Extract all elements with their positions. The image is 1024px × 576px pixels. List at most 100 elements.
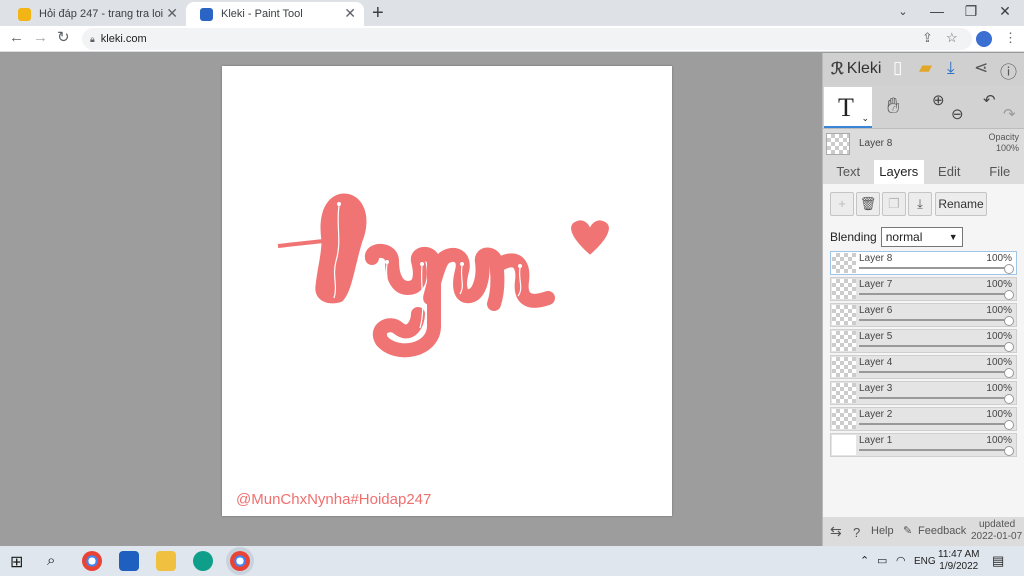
layer-thumbnail bbox=[832, 383, 856, 403]
layer-opacity: 100% bbox=[986, 279, 1012, 290]
duplicate-layer-icon[interactable]: ❐ bbox=[882, 192, 906, 216]
redo-icon[interactable]: ↷ bbox=[1003, 105, 1016, 123]
opacity-slider-track[interactable] bbox=[859, 371, 1010, 373]
opacity-slider-track[interactable] bbox=[859, 319, 1010, 321]
updated-label: updated bbox=[979, 519, 1016, 530]
opacity-slider-handle[interactable] bbox=[1004, 290, 1014, 300]
menu-icon[interactable]: ⋮ bbox=[1004, 30, 1017, 46]
tab-hoidap[interactable]: Hỏi đáp 247 - trang tra loi ✕ bbox=[4, 2, 186, 26]
hand-tool-icon[interactable]: ✋︎ bbox=[887, 93, 900, 119]
address-bar[interactable]: 🔒︎ kleki.com bbox=[82, 28, 972, 50]
text-tool-button[interactable]: T ⌄ bbox=[824, 87, 872, 128]
close-tab-icon[interactable]: ✕ bbox=[166, 6, 178, 20]
opacity-slider-track[interactable] bbox=[859, 267, 1010, 269]
chrome-active-icon[interactable] bbox=[230, 551, 250, 571]
layer-item[interactable]: Layer 2 100% bbox=[830, 407, 1017, 431]
edge-icon[interactable] bbox=[193, 551, 213, 571]
tab-kleki[interactable]: Kleki - Paint Tool ✕ bbox=[186, 2, 364, 26]
layer-item[interactable]: Layer 8 100% bbox=[830, 251, 1017, 275]
drawing-workspace[interactable]: @MunChxNynha#Hoidap247 bbox=[0, 53, 822, 546]
blending-select[interactable]: normal ▼ bbox=[880, 227, 963, 247]
layer-item[interactable]: Layer 3 100% bbox=[830, 381, 1017, 405]
clock-time: 11:47 AM bbox=[938, 549, 980, 560]
blending-row: Blending normal ▼ bbox=[830, 227, 963, 247]
notifications-icon[interactable]: ▤ bbox=[992, 553, 1004, 569]
opacity-slider-handle[interactable] bbox=[1004, 342, 1014, 352]
chevron-up-icon[interactable]: ⌃ bbox=[860, 554, 869, 567]
add-layer-icon[interactable]: + bbox=[830, 192, 854, 216]
close-tab-icon[interactable]: ✕ bbox=[344, 6, 356, 20]
rename-button[interactable]: Rename bbox=[935, 192, 987, 216]
tab-layers[interactable]: Layers bbox=[873, 160, 924, 184]
start-windows-icon[interactable]: ⊞ bbox=[10, 552, 23, 572]
tab-title: Kleki - Paint Tool bbox=[221, 8, 303, 20]
tab-file[interactable]: File bbox=[975, 160, 1024, 184]
close-window-icon[interactable]: ✕ bbox=[990, 3, 1020, 20]
opacity-slider-track[interactable] bbox=[859, 293, 1010, 295]
layer-item[interactable]: Layer 6 100% bbox=[830, 303, 1017, 327]
new-tab-icon[interactable]: + bbox=[372, 2, 384, 24]
brand-bar: ℛ Kleki ▯ ▰ ⤓ ⋖ ⓘ bbox=[823, 53, 1024, 85]
layer-item[interactable]: Layer 5 100% bbox=[830, 329, 1017, 353]
layer-item[interactable]: Layer 4 100% bbox=[830, 355, 1017, 379]
help-icon[interactable]: ⓘ bbox=[1000, 58, 1017, 83]
bookmark-star-icon[interactable]: ☆ bbox=[946, 30, 958, 46]
opacity-slider-handle[interactable] bbox=[1004, 420, 1014, 430]
help-circle-icon[interactable]: ? bbox=[853, 525, 860, 540]
tab-edit[interactable]: Edit bbox=[924, 160, 975, 184]
drawing-canvas[interactable]: @MunChxNynha#Hoidap247 bbox=[222, 66, 672, 516]
panel-footer: ⇆ ? Help ✎ Feedback updated 2022-01-07 bbox=[823, 517, 1024, 546]
current-layer-name: Layer 8 bbox=[859, 138, 893, 149]
clock-date: 1/9/2022 bbox=[939, 561, 979, 572]
tab-text[interactable]: Text bbox=[823, 160, 874, 184]
layer-item[interactable]: Layer 1 100% bbox=[830, 433, 1017, 457]
opacity-slider-handle[interactable] bbox=[1004, 316, 1014, 326]
file-explorer-icon[interactable] bbox=[156, 551, 176, 571]
opacity-slider-track[interactable] bbox=[859, 449, 1010, 451]
zoom-in-icon[interactable]: ⊕ bbox=[932, 91, 945, 109]
layer-opacity: 100% bbox=[986, 435, 1012, 446]
feedback-icon[interactable]: ✎ bbox=[903, 524, 912, 537]
merge-down-icon[interactable]: ⤓ bbox=[908, 192, 932, 216]
clock[interactable]: 11:47 AM 1/9/2022 bbox=[938, 549, 980, 573]
opacity-slider-handle[interactable] bbox=[1004, 394, 1014, 404]
new-image-icon[interactable]: ▯ bbox=[893, 58, 902, 78]
share-icon[interactable]: ⋖ bbox=[974, 58, 988, 78]
chrome-icon[interactable] bbox=[82, 551, 102, 571]
blending-label: Blending bbox=[830, 230, 877, 244]
opacity-slider-track[interactable] bbox=[859, 345, 1010, 347]
undo-icon[interactable]: ↶ bbox=[983, 91, 996, 109]
feedback-link[interactable]: Feedback bbox=[918, 525, 966, 537]
opacity-slider-handle[interactable] bbox=[1004, 264, 1014, 274]
swap-side-icon[interactable]: ⇆ bbox=[830, 523, 842, 540]
download-icon[interactable]: ⤓ bbox=[947, 58, 955, 78]
trash-icon[interactable]: 🗑︎ bbox=[856, 192, 880, 216]
layer-item[interactable]: Layer 7 100% bbox=[830, 277, 1017, 301]
forward-icon[interactable]: → bbox=[33, 30, 48, 46]
store-icon[interactable] bbox=[119, 551, 139, 571]
open-folder-icon[interactable]: ▰ bbox=[919, 58, 932, 78]
layer-thumbnail bbox=[832, 409, 856, 429]
opacity-slider-handle[interactable] bbox=[1004, 368, 1014, 378]
search-icon[interactable]: ⌕ bbox=[47, 552, 55, 569]
back-icon[interactable]: ← bbox=[9, 30, 24, 46]
language-indicator[interactable]: ENG bbox=[914, 556, 936, 567]
chevron-down-icon[interactable]: ⌄ bbox=[861, 113, 869, 124]
opacity-slider-track[interactable] bbox=[859, 397, 1010, 399]
share-icon[interactable]: ⇪ bbox=[922, 30, 933, 46]
opacity-label: Opacity bbox=[988, 132, 1019, 142]
current-layer-thumbnail bbox=[826, 133, 850, 155]
url-text: kleki.com bbox=[100, 33, 147, 45]
opacity-slider-track[interactable] bbox=[859, 423, 1010, 425]
minimize-icon[interactable]: — bbox=[922, 3, 952, 19]
opacity-slider-handle[interactable] bbox=[1004, 446, 1014, 456]
battery-icon[interactable]: ▭ bbox=[877, 554, 887, 567]
wifi-icon[interactable]: ◠ bbox=[896, 554, 906, 567]
tab-search-icon[interactable]: ⌄ bbox=[888, 5, 918, 18]
layer-opacity: 100% bbox=[986, 331, 1012, 342]
reload-icon[interactable]: ↻ bbox=[57, 30, 70, 46]
profile-avatar[interactable] bbox=[976, 31, 992, 47]
zoom-out-icon[interactable]: ⊖ bbox=[951, 105, 964, 123]
help-link[interactable]: Help bbox=[871, 525, 894, 537]
restore-icon[interactable]: ❐ bbox=[956, 3, 986, 20]
